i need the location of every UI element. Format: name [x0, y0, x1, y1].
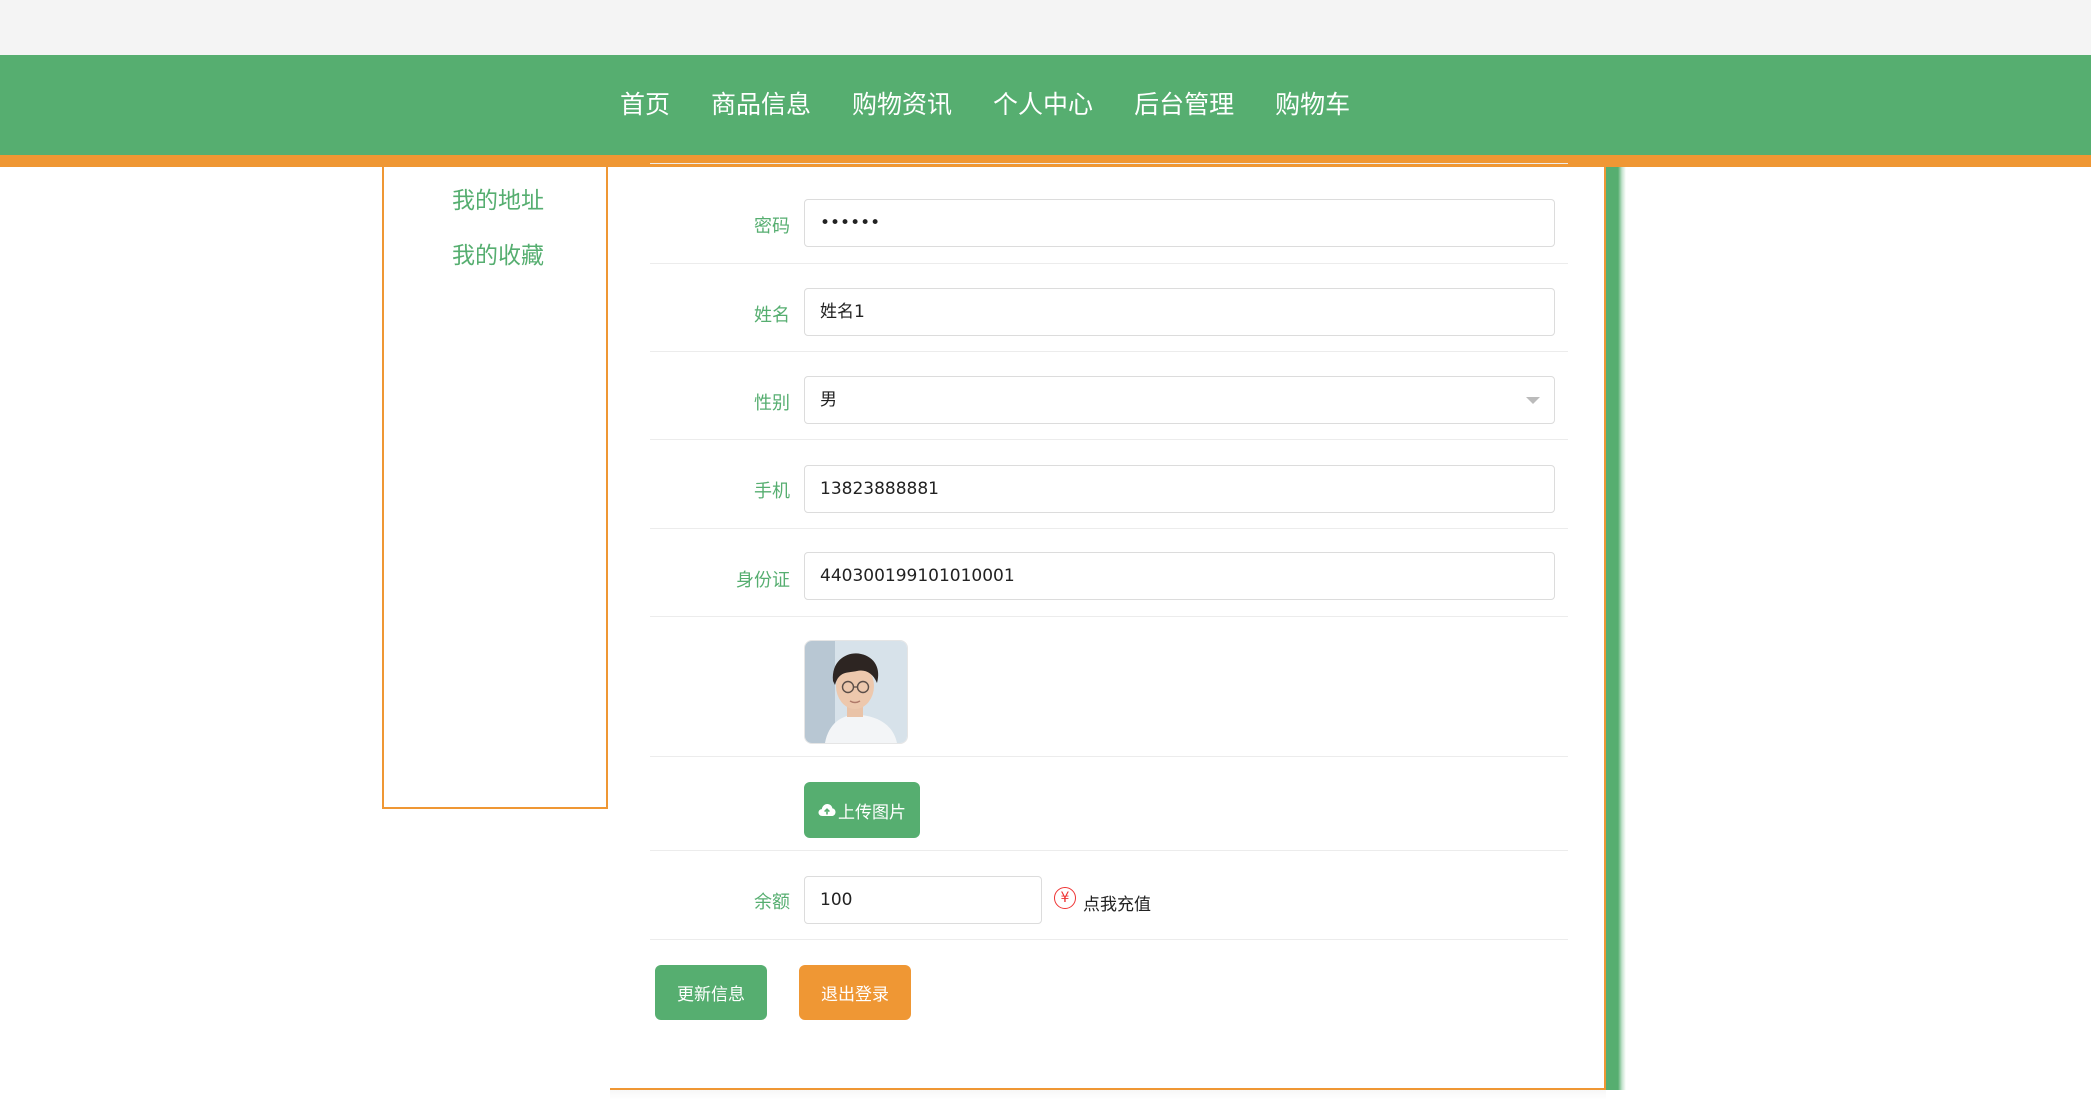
chevron-down-icon	[1526, 397, 1540, 404]
upload-image-button[interactable]: 上传图片	[804, 782, 920, 838]
balance-label: 余额	[754, 892, 790, 913]
sidebar: 我的地址 我的收藏	[382, 167, 608, 809]
form-row-avatar	[650, 616, 1568, 757]
nav-item-admin[interactable]: 后台管理	[1134, 85, 1234, 125]
top-bar	[0, 0, 2091, 55]
form-row-phone: 手机 13823888881	[650, 439, 1568, 529]
sidebar-item-address[interactable]: 我的地址	[452, 181, 544, 215]
name-label: 姓名	[754, 305, 790, 326]
gender-label: 性别	[754, 393, 790, 414]
nav-item-products[interactable]: 商品信息	[711, 85, 811, 125]
name-field[interactable]: 姓名1	[804, 288, 1555, 336]
phone-field[interactable]: 13823888881	[804, 465, 1555, 513]
form-row-gender: 性别 男	[650, 351, 1568, 440]
cloud-upload-icon	[818, 804, 836, 816]
gender-select[interactable]: 男	[804, 376, 1555, 424]
logout-button[interactable]: 退出登录	[799, 965, 911, 1020]
nav-items: 首页 商品信息 购物资讯 个人中心 后台管理 购物车	[620, 85, 1391, 125]
gender-select-value: 男	[820, 390, 837, 410]
nav-item-news[interactable]: 购物资讯	[852, 85, 952, 125]
phone-label: 手机	[754, 481, 790, 502]
avatar-image	[805, 641, 907, 743]
form-row-password: 密码 ••••••	[650, 163, 1568, 264]
sidebar-item-favorites[interactable]: 我的收藏	[452, 236, 544, 270]
update-info-button[interactable]: 更新信息	[655, 965, 767, 1020]
form-row-id-card: 身份证 440300199101010001	[650, 528, 1568, 617]
nav-item-profile[interactable]: 个人中心	[993, 85, 1093, 125]
form-row-balance: 余额 100 ¥ 点我充值	[650, 850, 1568, 940]
nav-item-cart[interactable]: 购物车	[1275, 85, 1350, 125]
form-row-name: 姓名 姓名1	[650, 263, 1568, 352]
upload-image-label: 上传图片	[838, 802, 906, 823]
nav-item-home[interactable]: 首页	[620, 85, 670, 125]
password-label: 密码	[754, 216, 790, 237]
password-field[interactable]: ••••••	[804, 199, 1555, 247]
id-card-field[interactable]: 440300199101010001	[804, 552, 1555, 600]
recharge-link[interactable]: 点我充值	[1083, 890, 1151, 915]
yen-icon: ¥	[1054, 887, 1076, 909]
main-nav: 首页 商品信息 购物资讯 个人中心 后台管理 购物车	[0, 55, 2091, 167]
balance-field[interactable]: 100	[804, 876, 1042, 924]
id-card-label: 身份证	[736, 570, 790, 591]
bottom-fade	[610, 1090, 1606, 1100]
avatar	[804, 640, 908, 744]
form-row-upload: 上传图片	[650, 756, 1568, 851]
decorative-green-strip	[1606, 167, 1626, 1090]
